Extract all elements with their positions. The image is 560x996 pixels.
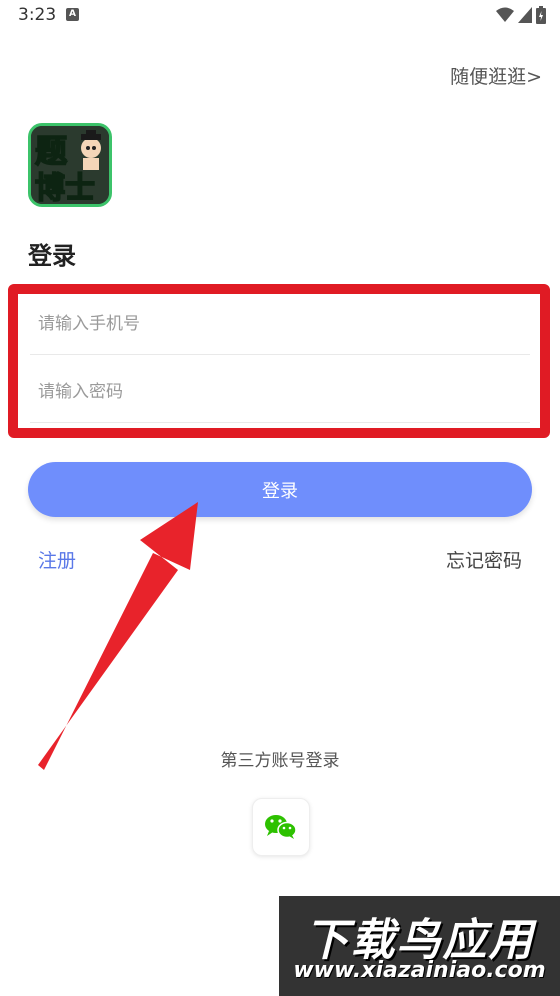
- status-icons: [496, 6, 546, 24]
- wechat-icon: [265, 815, 297, 839]
- signal-icon: [518, 7, 532, 23]
- battery-icon: [536, 6, 546, 24]
- logo-text-1: 题: [35, 132, 67, 170]
- logo-text-2: 博士: [35, 171, 95, 204]
- notification-icon: A: [66, 8, 79, 21]
- register-link[interactable]: 注册: [38, 546, 76, 573]
- status-time: 3:23: [18, 5, 57, 25]
- status-bar: 3:23 A: [0, 0, 560, 32]
- wechat-login-button[interactable]: [252, 798, 310, 856]
- app-logo: 题 博士: [28, 123, 112, 207]
- forgot-password-link[interactable]: 忘记密码: [446, 546, 522, 573]
- wifi-icon: [496, 7, 514, 22]
- watermark-url-text: www.xiazainiao.com: [293, 958, 546, 983]
- page-title: 登录: [28, 242, 76, 270]
- watermark: 下载鸟应用 www.xiazainiao.com: [279, 896, 560, 996]
- annotation-highlight-box: [8, 284, 550, 438]
- third-party-label: 第三方账号登录: [220, 751, 340, 771]
- login-button[interactable]: 登录: [28, 462, 532, 517]
- browse-link[interactable]: 随便逛逛>: [450, 62, 542, 89]
